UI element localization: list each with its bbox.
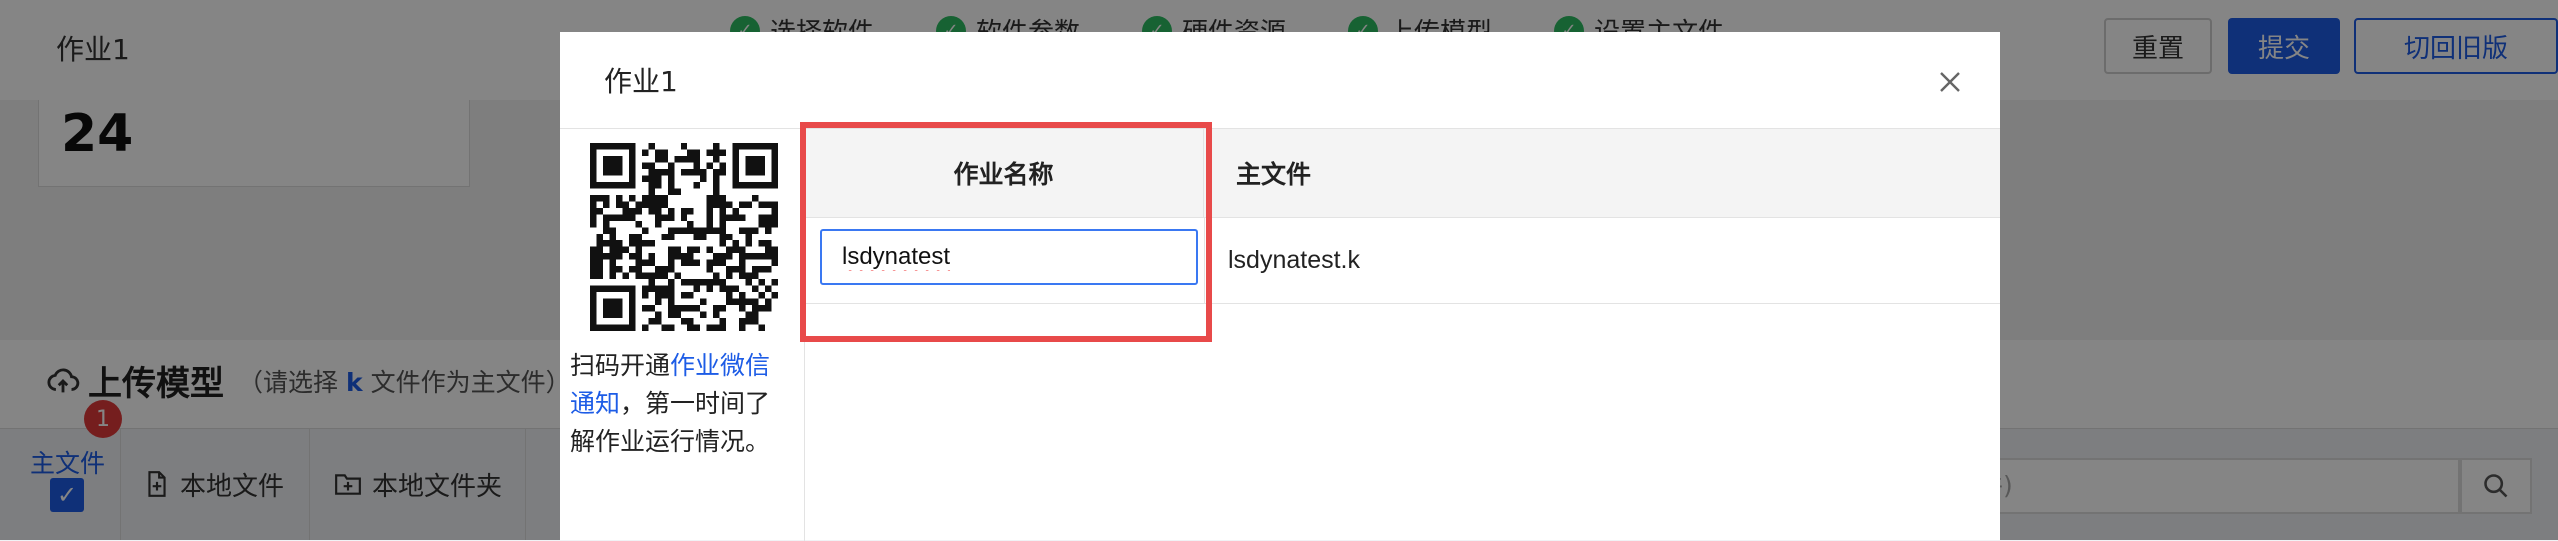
table-row: lsdynatest.k: [804, 217, 2000, 304]
close-icon[interactable]: [1930, 62, 1970, 102]
column-divider: [1204, 217, 1205, 303]
dialog-body: 扫码开通作业微信通知，第一时间了解作业运行情况。 作业名称 主文件 lsdyna…: [560, 128, 2000, 541]
job-name-input[interactable]: [820, 229, 1198, 285]
header-main-file: 主文件: [1236, 160, 1312, 189]
qr-description: 扫码开通作业微信通知，第一时间了解作业运行情况。: [570, 351, 771, 456]
table-header: 作业名称 主文件: [804, 129, 2000, 218]
main-file-value: lsdynatest.k: [1228, 245, 1361, 274]
job-table: 作业名称 主文件 lsdynatest.k: [804, 129, 2000, 541]
qr-code: [590, 143, 778, 331]
header-job-name: 作业名称: [804, 129, 1204, 217]
qr-panel: 扫码开通作业微信通知，第一时间了解作业运行情况。: [560, 129, 805, 541]
job-dialog: 作业1 扫码开通作业微信通知，第一时间了解作业运行情况。 作业名称 主文件 ls…: [560, 32, 2000, 541]
dialog-title: 作业1: [604, 65, 678, 98]
